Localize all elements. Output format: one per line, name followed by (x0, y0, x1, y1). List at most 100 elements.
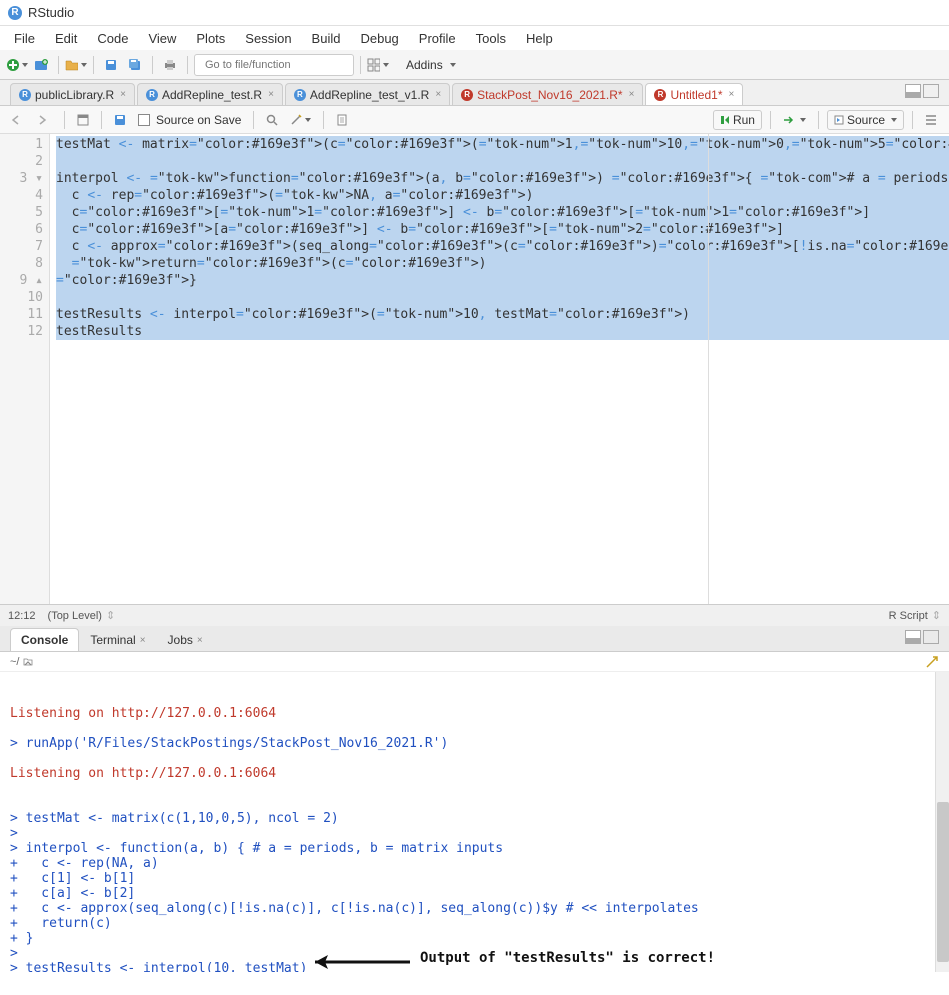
menu-file[interactable]: File (4, 29, 45, 48)
file-tab[interactable]: RAddRepline_test_v1.R× (285, 83, 450, 105)
code-line[interactable]: ="color:#169e3f">} (56, 272, 949, 289)
close-tab-icon[interactable]: × (728, 89, 734, 100)
console-line: > (10, 826, 939, 841)
code-line[interactable]: ="tok-kw">return="color:#169e3f">(c="col… (56, 255, 949, 272)
magic-wand-button[interactable] (286, 110, 315, 130)
console-line: + } (10, 931, 939, 946)
line-number: 1 (0, 136, 43, 153)
main-toolbar: Addins (0, 50, 949, 80)
menu-bar: FileEditCodeViewPlotsSessionBuildDebugPr… (0, 26, 949, 50)
code-line[interactable]: c <- approx="color:#169e3f">(seq_along="… (56, 238, 949, 255)
goto-input[interactable] (205, 59, 347, 71)
menu-code[interactable]: Code (87, 29, 138, 48)
line-number: 9 ▴ (0, 272, 43, 289)
maximize-pane-icon[interactable] (923, 84, 939, 98)
source-on-save-checkbox[interactable]: Source on Save (134, 110, 245, 130)
line-number: 12 (0, 323, 43, 340)
tab-terminal[interactable]: Terminal× (79, 628, 156, 651)
tab-console[interactable]: Console (10, 628, 79, 651)
file-tab-label: AddRepline_test.R (162, 88, 262, 102)
open-dir-icon[interactable] (23, 657, 33, 667)
menu-debug[interactable]: Debug (350, 29, 408, 48)
menu-session[interactable]: Session (235, 29, 301, 48)
code-line[interactable]: interpol <- ="tok-kw">function="color:#1… (56, 170, 949, 187)
run-button[interactable]: Run (713, 110, 762, 130)
minimize-console-pane-icon[interactable] (905, 630, 921, 644)
forward-button[interactable] (34, 110, 56, 130)
maximize-console-pane-icon[interactable] (923, 630, 939, 644)
menu-plots[interactable]: Plots (186, 29, 235, 48)
r-file-icon: R (654, 89, 666, 101)
console-line (10, 721, 939, 736)
scope-indicator[interactable]: (Top Level) (48, 610, 102, 622)
console-line (10, 781, 939, 796)
code-line[interactable]: c="color:#169e3f">[="tok-num">1="color:#… (56, 204, 949, 221)
tab-jobs[interactable]: Jobs× (157, 628, 214, 651)
source-button[interactable]: Source (827, 110, 904, 130)
console-scrollbar-thumb[interactable] (937, 802, 949, 962)
view-panes-button[interactable] (367, 54, 389, 76)
console-working-dir: ~/ (10, 656, 19, 668)
code-editor[interactable]: 123 ▾456789 ▴101112 testMat <- matrix="c… (0, 134, 949, 604)
open-file-button[interactable] (65, 54, 87, 76)
console-line: > testMat <- matrix(c(1,10,0,5), ncol = … (10, 811, 939, 826)
save-source-button[interactable] (110, 110, 130, 130)
new-file-button[interactable] (6, 54, 28, 76)
outline-button[interactable] (921, 110, 941, 130)
minimize-pane-icon[interactable] (905, 84, 921, 98)
file-tab-label: StackPost_Nov16_2021.R* (477, 88, 622, 102)
file-tab[interactable]: RpublicLibrary.R × (10, 83, 135, 105)
new-project-button[interactable] (30, 54, 52, 76)
annotation-text: Output of "testResults" is correct! (420, 950, 715, 966)
line-number: 7 (0, 238, 43, 255)
r-file-icon: R (461, 89, 473, 101)
menu-help[interactable]: Help (516, 29, 563, 48)
file-tab[interactable]: R AddRepline_test.R × (137, 83, 283, 105)
close-tab-icon[interactable]: × (268, 89, 274, 100)
addins-button[interactable]: Addins (397, 55, 465, 75)
close-tab-icon[interactable]: × (120, 89, 126, 100)
menu-tools[interactable]: Tools (466, 29, 516, 48)
print-button[interactable] (159, 54, 181, 76)
console-line: + c <- rep(NA, a) (10, 856, 939, 871)
code-line[interactable] (56, 289, 949, 306)
code-area[interactable]: testMat <- matrix="color:#169e3f">(c="co… (50, 134, 949, 604)
find-button[interactable] (262, 110, 282, 130)
file-tabs-row: RpublicLibrary.R×RAddRepline_test.R×RAdd… (0, 80, 949, 106)
line-number: 10 (0, 289, 43, 306)
save-button[interactable] (100, 54, 122, 76)
menu-edit[interactable]: Edit (45, 29, 87, 48)
compile-report-button[interactable] (332, 110, 352, 130)
goto-file-function[interactable] (194, 54, 354, 76)
save-all-button[interactable] (124, 54, 146, 76)
language-mode[interactable]: R Script (889, 610, 928, 622)
file-tab[interactable]: RUntitled1*× (645, 83, 743, 105)
file-tab-label: publicLibrary.R (35, 88, 114, 102)
code-line[interactable]: testResults <- interpol="color:#169e3f">… (56, 306, 949, 323)
console-output[interactable]: Listening on http://127.0.0.1:6064 > run… (0, 672, 949, 972)
console-line: + return(c) (10, 916, 939, 931)
line-number: 8 (0, 255, 43, 272)
show-in-new-window-button[interactable] (73, 110, 93, 130)
line-number: 4 (0, 187, 43, 204)
code-line[interactable]: testMat <- matrix="color:#169e3f">(c="co… (56, 136, 949, 153)
r-file-icon: R (146, 89, 158, 101)
close-tab-icon[interactable]: × (629, 89, 635, 100)
line-gutter: 123 ▾456789 ▴101112 (0, 134, 50, 604)
close-tab-icon[interactable]: × (435, 89, 441, 100)
code-line[interactable]: c="color:#169e3f">[a="color:#169e3f">] <… (56, 221, 949, 238)
menu-profile[interactable]: Profile (409, 29, 466, 48)
clear-console-icon[interactable] (925, 655, 939, 669)
console-line: > runApp('R/Files/StackPostings/StackPos… (10, 736, 939, 751)
rerun-button[interactable] (779, 110, 810, 130)
line-number: 11 (0, 306, 43, 323)
code-line[interactable]: c <- rep="color:#169e3f">(="tok-kw">NA, … (56, 187, 949, 204)
code-line[interactable] (56, 153, 949, 170)
menu-build[interactable]: Build (302, 29, 351, 48)
back-button[interactable] (8, 110, 30, 130)
r-file-icon: R (19, 89, 31, 101)
app-title: RStudio (28, 5, 74, 20)
menu-view[interactable]: View (138, 29, 186, 48)
code-line[interactable]: testResults (56, 323, 949, 340)
file-tab[interactable]: R StackPost_Nov16_2021.R* × (452, 83, 643, 105)
